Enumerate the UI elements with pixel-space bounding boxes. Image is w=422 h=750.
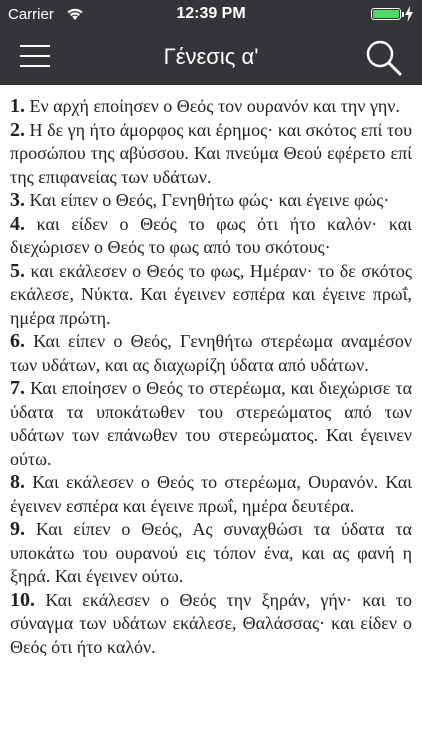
- verse-2: 2. Η δε γη ήτο άμορφος και έρημος· και σ…: [10, 119, 412, 190]
- verse-text: και εκάλεσεν ο Θεός το φως, Ημέραν· το δ…: [10, 260, 412, 328]
- battery-tip: [402, 12, 404, 17]
- verse-number: 3.: [10, 189, 25, 211]
- verse-text: Και εκάλεσεν ο Θεός το στερέωμα, Ουρανόν…: [10, 472, 412, 516]
- battery-level: [373, 10, 399, 18]
- verse-text: και είδεν ο Θεός το φως ότι ήτο καλόν· κ…: [10, 213, 412, 258]
- search-button[interactable]: [364, 38, 404, 78]
- verse-number: 4.: [10, 212, 25, 235]
- verse-number: 2.: [10, 118, 25, 141]
- verse-1: 1. Εν αρχή εποίησεν ο Θεός τον ουρανόν κ…: [10, 95, 412, 119]
- verse-number: 9.: [10, 518, 25, 540]
- verse-5: 5. και εκάλεσεν ο Θεός το φως, Ημέραν· τ…: [10, 260, 412, 331]
- verse-text: Και είπεν ο Θεός, Γενηθήτω φώς· και έγει…: [29, 190, 390, 210]
- verse-text: Και είπεν ο Θεός, Ας συναχθώσι τα ύδατα …: [10, 519, 412, 586]
- verse-number: 5.: [10, 259, 25, 282]
- verse-text: Και εποίησεν ο Θεός το στερέωμα, και διε…: [10, 378, 413, 469]
- verse-number: 7.: [10, 377, 25, 399]
- charging-bolt-icon: [405, 6, 413, 22]
- verse-8: 8. Και εκάλεσεν ο Θεός το στερέωμα, Ουρα…: [10, 471, 412, 518]
- navigation-bar: Carrier 12:39 PM Γένεσις α': [0, 0, 422, 85]
- verse-3: 3. Και είπεν ο Θεός, Γενηθήτω φώς· και έ…: [10, 189, 412, 213]
- verse-number: 10.: [10, 588, 35, 611]
- verse-9: 9. Και είπεν ο Θεός, Ας συναχθώσι τα ύδα…: [10, 518, 412, 589]
- battery-icon: [371, 8, 404, 20]
- verse-number: 1.: [10, 95, 25, 117]
- verse-10: 10. Και εκάλεσεν ο Θεός την ξηράν, γήν· …: [10, 589, 412, 660]
- verse-text: Και εκάλεσεν ο Θεός την ξηράν, γήν· και …: [10, 589, 412, 657]
- magnifier-search-icon: [366, 40, 402, 76]
- status-bar: Carrier 12:39 PM: [0, 0, 422, 28]
- verse-text: Εν αρχή εποίησεν ο Θεός τον ουρανόν και …: [29, 96, 400, 116]
- verse-number: 8.: [10, 471, 25, 493]
- status-time: 12:39 PM: [176, 5, 246, 22]
- verse-7: 7. Και εποίησεν ο Θεός το στερέωμα, και …: [10, 377, 412, 471]
- verse-4: 4. και είδεν ο Θεός το φως ότι ήτο καλόν…: [10, 213, 412, 260]
- verse-6: 6. Και είπεν ο Θεός, Γενηθήτω στερέωμα α…: [10, 330, 412, 377]
- verse-text: Και είπεν ο Θεός, Γενηθήτω στερέωμα αναμ…: [10, 331, 413, 375]
- menu-button[interactable]: [20, 43, 50, 69]
- chapter-text: 1. Εν αρχή εποίησεν ο Θεός τον ουρανόν κ…: [10, 95, 412, 659]
- page-title: Γένεσις α': [163, 44, 259, 69]
- verse-number: 6.: [10, 330, 25, 352]
- verse-text: Η δε γη ήτο άμορφος και έρημος· και σκότ…: [10, 119, 413, 187]
